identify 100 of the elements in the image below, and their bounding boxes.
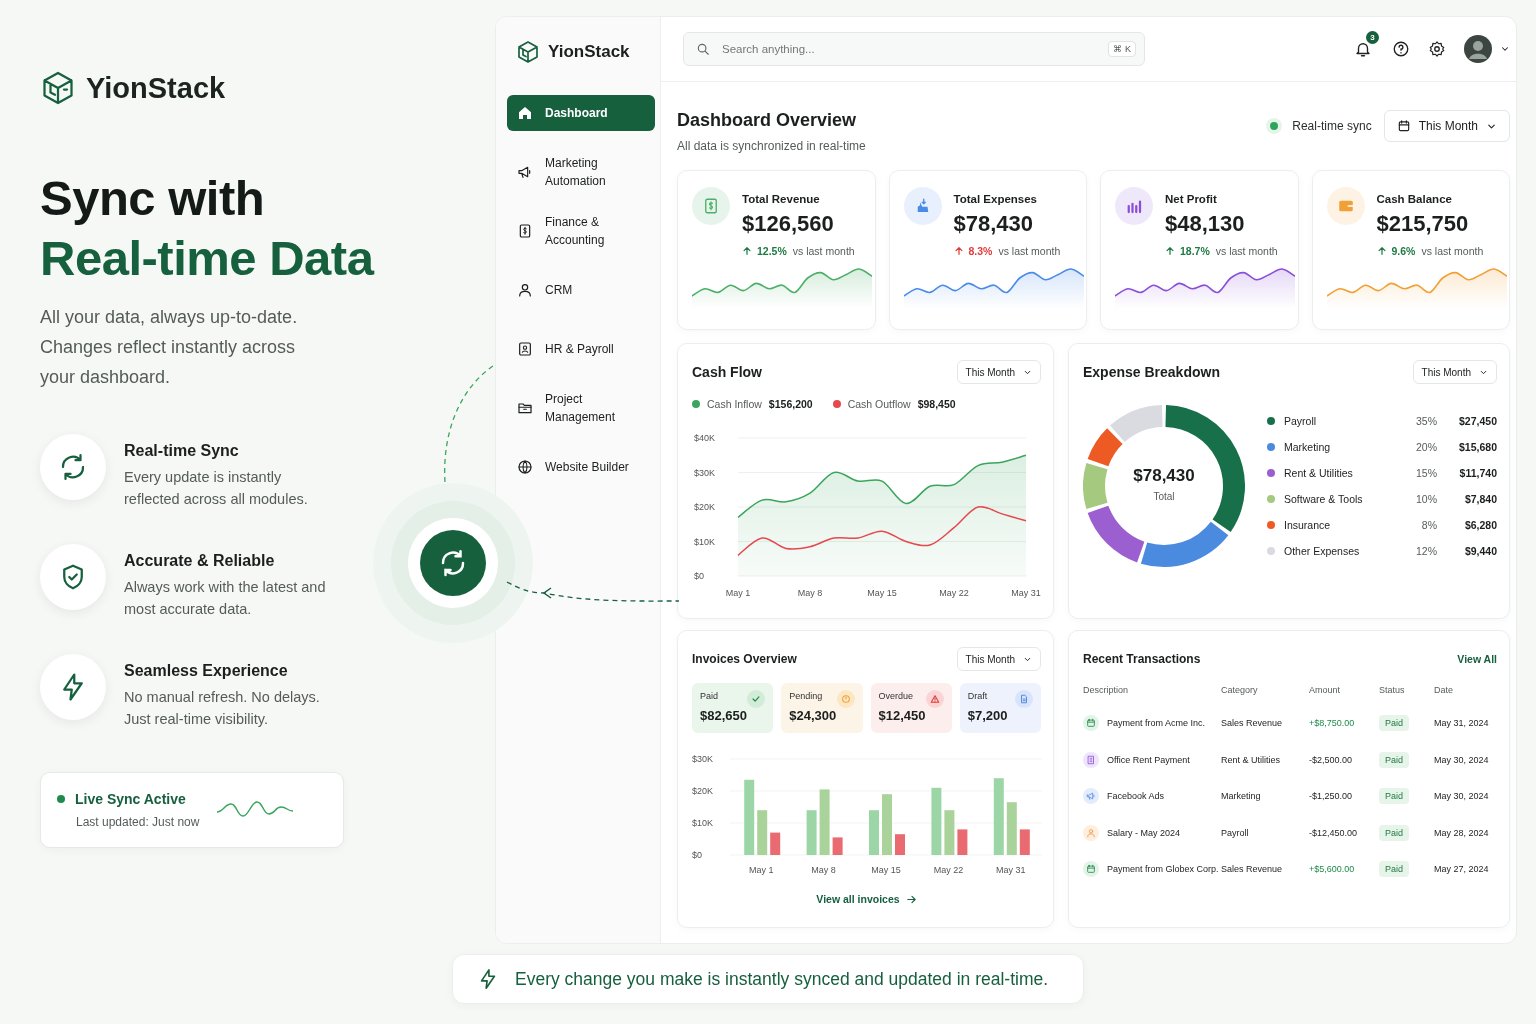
period-dropdown[interactable]: This Month — [1383, 110, 1510, 142]
card-title: Recent Transactions — [1083, 652, 1201, 666]
column-header: Category — [1221, 684, 1259, 697]
brand-name: YionStack — [86, 71, 226, 105]
sidebar-item[interactable]: Project Management — [507, 390, 655, 426]
axis-label: $20K — [692, 786, 714, 796]
page-title: Dashboard Overview — [677, 110, 858, 131]
live-status-title: Live Sync Active — [75, 791, 186, 807]
megaphone-icon — [1086, 791, 1096, 802]
bar — [806, 810, 817, 855]
brand-name: YionStack — [548, 42, 630, 62]
person-icon — [1086, 827, 1096, 838]
bar — [957, 829, 968, 855]
kpi-title: Total Revenue — [742, 193, 821, 205]
sidebar-item[interactable]: Website Builder — [507, 449, 655, 485]
kpi-value: $215,750 — [1376, 211, 1470, 237]
view-all-invoices-link[interactable]: View all invoices — [816, 893, 917, 905]
bar — [832, 837, 843, 855]
legend-label: Cash Outflow — [847, 398, 911, 410]
legend-value: $7,840 — [1463, 493, 1497, 505]
notification-count: 3 — [1366, 31, 1379, 44]
table-cell-text: Sales Revenue — [1221, 717, 1284, 731]
table-cell-text: -$1,250.00 — [1309, 790, 1354, 804]
axis-label: $10K — [692, 818, 714, 828]
period-dropdown[interactable]: This Month — [956, 360, 1041, 384]
card-title: Expense Breakdown — [1083, 364, 1220, 380]
kpi-title: Cash Balance — [1376, 193, 1453, 205]
kpi-title: Total Expenses — [953, 193, 1038, 205]
table-cell-text: -$2,500.00 — [1309, 753, 1354, 767]
axis-label: $10K — [694, 536, 716, 547]
search-input[interactable]: Search anything... — [720, 42, 1099, 56]
megaphone-icon — [517, 164, 533, 180]
kpi-value: $126,560 — [742, 211, 835, 237]
headline: Real-time Data — [40, 230, 376, 287]
bar — [882, 794, 892, 855]
axis-label: $20K — [694, 502, 716, 512]
table-cell-text: May 28, 2024 — [1434, 826, 1490, 840]
legend-label: Software & Tools — [1284, 493, 1363, 505]
caret-icon[interactable] — [1500, 44, 1510, 54]
avatar[interactable] — [1464, 35, 1492, 63]
table-cell-text: May 31, 2024 — [1434, 717, 1490, 731]
view-all-link[interactable]: View All — [1457, 653, 1497, 665]
bar — [1006, 802, 1017, 855]
sidebar-item[interactable]: Marketing Automation — [507, 154, 655, 190]
axis-label: $30K — [694, 467, 716, 478]
card-title: Cash Flow — [692, 364, 762, 380]
sidebar-item[interactable]: Finance & Accounting — [507, 213, 655, 249]
dollar-document-icon — [517, 223, 533, 239]
help-icon[interactable] — [1392, 40, 1410, 58]
calendar-icon — [1396, 119, 1411, 133]
column-header: Date — [1434, 684, 1454, 697]
change-note: vs last month — [998, 245, 1061, 257]
page-subtitle: All data is synchronized in real-time — [677, 139, 866, 153]
settings-icon[interactable] — [1428, 40, 1446, 58]
tile-label: Draft — [967, 691, 988, 701]
arrow-up-icon — [1376, 246, 1387, 256]
legend-percent: 10% — [1415, 493, 1437, 505]
sidebar-item[interactable]: CRM — [507, 272, 655, 308]
sidebar-item[interactable]: Dashboard — [507, 95, 655, 131]
arrow-up-icon — [742, 246, 752, 256]
bar — [770, 832, 781, 855]
table-cell-text: -$12,450.00 — [1309, 826, 1359, 840]
feature-text: No manual refresh. No delays. Just real-time visibility. — [124, 688, 321, 729]
legend-value: $98,450 — [917, 398, 956, 410]
card-title: Invoices Overview — [692, 652, 797, 666]
table-cell: Salary - May 2024 — [1107, 827, 1181, 838]
period-dropdown[interactable]: This Month — [956, 647, 1041, 671]
search-field[interactable]: Search anything... ⌘ K — [683, 32, 1145, 66]
check-icon — [751, 694, 762, 704]
status-badge: Paid — [1379, 751, 1409, 768]
bar — [819, 789, 830, 855]
axis-label: May 8 — [811, 865, 836, 875]
donut-total: $78,430 — [1133, 466, 1195, 486]
sidebar-item[interactable]: HR & Payroll — [507, 331, 655, 367]
tile-label: Pending — [789, 691, 823, 701]
period-dropdown[interactable]: This Month — [1412, 360, 1497, 384]
bar — [944, 810, 955, 855]
legend-percent: 12% — [1415, 545, 1437, 557]
banner-text: Every change you make is instantly synced and updated in real-time. — [515, 968, 1049, 990]
folder-icon — [517, 400, 533, 416]
status-badge: Paid — [1379, 715, 1409, 732]
id-badge-icon — [517, 341, 533, 357]
warning-icon — [929, 694, 940, 704]
change-note: vs last month — [1421, 245, 1484, 257]
notification-bell-icon[interactable] — [1354, 40, 1372, 58]
tile-label: Paid — [700, 691, 718, 701]
table-cell-text: Payroll — [1221, 826, 1250, 840]
change-note: vs last month — [1215, 245, 1278, 257]
change-percent: 12.5% — [757, 245, 787, 257]
headline: Sync with — [40, 170, 266, 227]
table-cell: Payment from Acme Inc. — [1107, 718, 1206, 729]
document-icon — [1019, 694, 1029, 704]
feature-title: Accurate & Reliable — [124, 552, 276, 570]
axis-label: May 15 — [871, 865, 901, 875]
arrow-right-icon — [905, 893, 917, 905]
sync-label: Real-time sync — [1292, 119, 1372, 133]
axis-label: May 8 — [797, 588, 823, 598]
feature-title: Real-time Sync — [124, 442, 240, 460]
dollar-document-icon — [702, 197, 720, 215]
tile-value: $82,650 — [700, 708, 748, 723]
